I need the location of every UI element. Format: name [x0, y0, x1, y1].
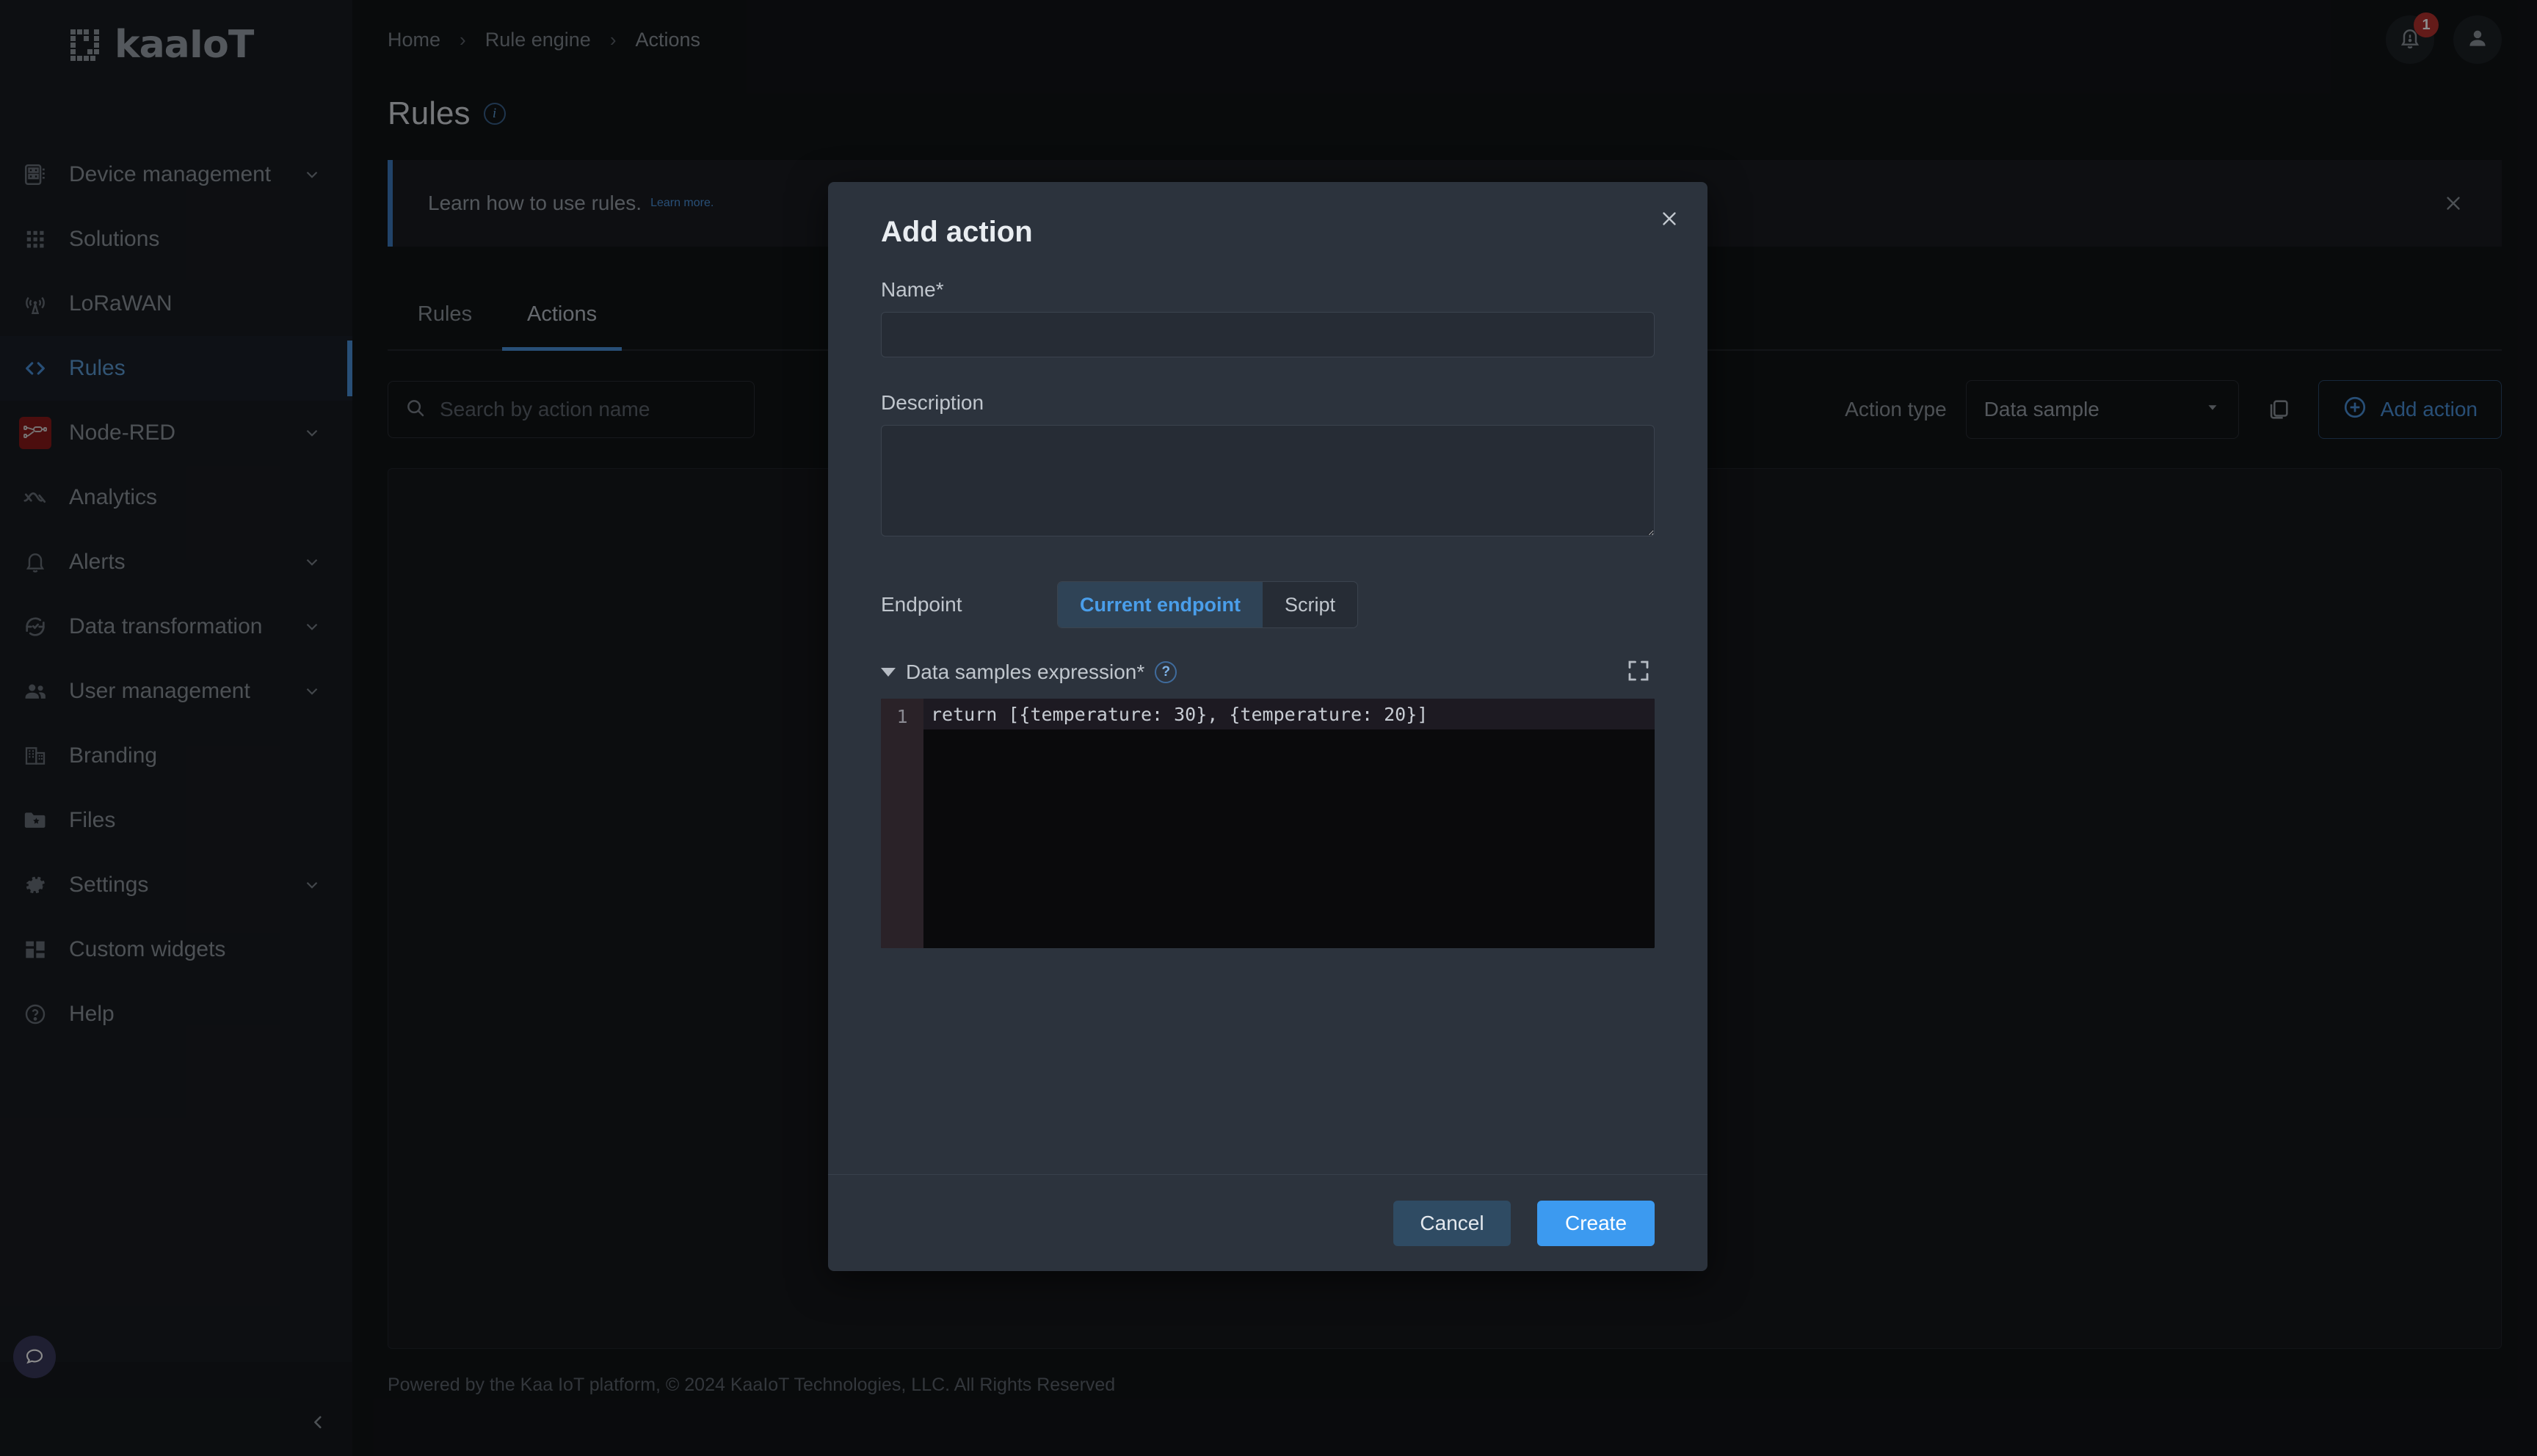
cancel-button[interactable]: Cancel — [1393, 1200, 1511, 1246]
code-editor[interactable]: 1 return [{temperature: 30}, {temperatur… — [881, 699, 1655, 948]
editor-active-line: return [{temperature: 30}, {temperature:… — [923, 699, 1655, 729]
endpoint-option-script[interactable]: Script — [1263, 582, 1357, 627]
dialog-title: Add action — [881, 216, 1033, 248]
triangle-down-icon[interactable] — [881, 668, 896, 677]
close-icon[interactable] — [1649, 198, 1690, 239]
endpoint-label: Endpoint — [881, 593, 962, 616]
description-label: Description — [881, 391, 984, 414]
editor-code-area[interactable]: return [{temperature: 30}, {temperature:… — [923, 699, 1655, 948]
name-field[interactable] — [881, 312, 1655, 357]
description-field[interactable] — [881, 425, 1655, 536]
add-action-dialog: Add action Name* Description Endpoint Cu… — [828, 182, 1707, 1271]
dialog-footer: Cancel Create — [828, 1174, 1707, 1271]
endpoint-row: Endpoint Current endpoint Script — [881, 581, 1655, 628]
editor-code-text: return [{temperature: 30}, {temperature:… — [931, 703, 1429, 725]
name-label: Name* — [881, 278, 944, 301]
endpoint-toggle-group: Current endpoint Script — [1057, 581, 1359, 628]
expression-header: Data samples expression* ? — [881, 658, 1655, 687]
question-help-icon[interactable]: ? — [1155, 661, 1177, 683]
dialog-body: Add action Name* Description Endpoint Cu… — [828, 182, 1707, 1174]
endpoint-option-current[interactable]: Current endpoint — [1058, 582, 1263, 627]
expression-label: Data samples expression* — [906, 660, 1145, 683]
editor-line-number: 1 — [881, 699, 923, 948]
create-button[interactable]: Create — [1537, 1200, 1655, 1246]
app-root: kaaIoT Device management Solutions LoRaW… — [0, 0, 2537, 1456]
fullscreen-expand-icon[interactable] — [1625, 658, 1655, 687]
